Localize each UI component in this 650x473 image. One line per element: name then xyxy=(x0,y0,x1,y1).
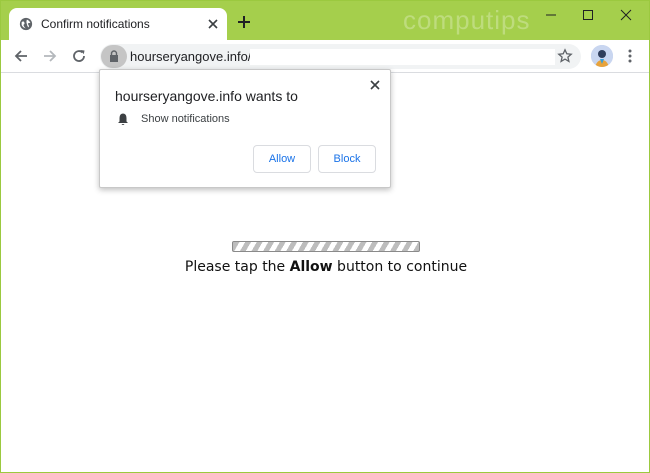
menu-dots-icon[interactable] xyxy=(622,48,638,64)
url-input-area[interactable] xyxy=(250,49,555,65)
popup-title: hourseryangove.info wants to xyxy=(115,88,298,104)
minimize-icon[interactable] xyxy=(541,5,561,25)
allow-button[interactable]: Allow xyxy=(253,145,311,173)
back-arrow-icon[interactable] xyxy=(13,48,29,64)
new-tab-icon[interactable] xyxy=(235,13,253,31)
site-info-button[interactable] xyxy=(101,45,127,68)
message-text-bold: Allow xyxy=(289,259,333,275)
bell-icon xyxy=(118,113,128,125)
address-bar[interactable]: hourseryangove.info/ xyxy=(100,44,581,69)
loading-progress-bar xyxy=(232,241,420,252)
url-text[interactable]: hourseryangove.info/ xyxy=(130,49,251,64)
bookmark-star-icon[interactable] xyxy=(557,48,573,64)
forward-arrow-icon[interactable] xyxy=(42,48,58,64)
globe-icon xyxy=(19,17,33,31)
notification-permission-popup: hourseryangove.info wants to Show notifi… xyxy=(99,69,391,188)
lock-icon xyxy=(110,50,118,62)
close-icon[interactable] xyxy=(616,5,636,25)
tab-confirm-notifications[interactable]: Confirm notifications xyxy=(9,8,227,40)
profile-avatar[interactable] xyxy=(591,45,613,67)
show-notifications-label: Show notifications xyxy=(141,113,230,125)
reload-icon[interactable] xyxy=(71,48,87,64)
browser-window: Confirm notifications computips hoursery… xyxy=(0,0,650,473)
tab-close-icon[interactable] xyxy=(205,16,221,32)
tab-title: Confirm notifications xyxy=(41,17,150,31)
page-message: Please tap the Allow button to continue xyxy=(1,259,649,275)
watermark: computips xyxy=(403,5,531,35)
title-bar: Confirm notifications computips xyxy=(1,1,649,40)
message-text-before: Please tap the xyxy=(184,259,290,275)
maximize-icon[interactable] xyxy=(578,5,598,25)
block-button[interactable]: Block xyxy=(318,145,376,173)
message-text-after: button to continue xyxy=(332,259,468,275)
avatar-image xyxy=(591,45,613,67)
popup-close-icon[interactable] xyxy=(368,78,382,92)
